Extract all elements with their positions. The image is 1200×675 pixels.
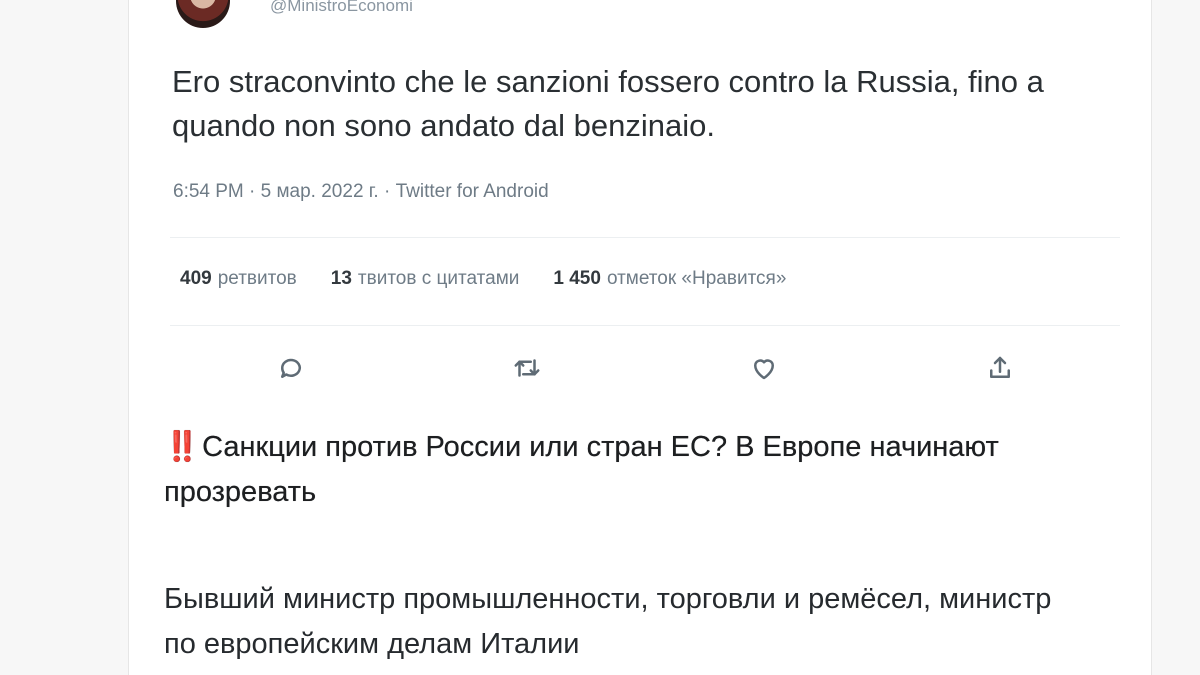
article-body: Бывший министр промышленности, торговли … <box>164 583 1052 660</box>
tweet-timestamp[interactable]: 6:54 PM · 5 мар. 2022 г. · Twitter for A… <box>173 181 549 203</box>
article-headline: ‼️ Санкции против России или стран ЕС? В … <box>164 425 1064 515</box>
right-divider <box>1151 0 1152 675</box>
tweet-stats: 409 ретвитов 13 твитов с цитатами 1 450 отм… <box>180 268 786 290</box>
quotes-label: твитов с цитатами <box>357 268 520 289</box>
separator <box>170 325 1120 326</box>
retweets-count: 409 <box>180 268 212 289</box>
like-button[interactable] <box>744 348 784 388</box>
separator <box>170 237 1120 238</box>
retweets-stat[interactable]: 409 ретвитов <box>180 268 297 290</box>
embedded-tweet: @MinistroEconomi Ero straconvinto che le… <box>150 0 1150 400</box>
tweet-handle[interactable]: @MinistroEconomi <box>270 0 413 16</box>
retweet-button[interactable] <box>507 348 547 388</box>
avatar[interactable] <box>176 0 230 28</box>
tweet-actions <box>150 348 1150 388</box>
likes-label: отметок «Нравится» <box>606 268 787 289</box>
heart-icon <box>754 359 774 380</box>
likes-count: 1 450 <box>553 268 601 289</box>
reply-icon <box>280 358 301 378</box>
share-icon <box>990 356 1010 378</box>
quotes-count: 13 <box>330 268 352 289</box>
retweet-icon <box>514 359 540 377</box>
left-margin <box>0 0 128 675</box>
likes-stat[interactable]: 1 450 отметок «Нравится» <box>553 268 786 290</box>
retweets-label: ретвитов <box>217 268 297 289</box>
left-divider <box>128 0 129 675</box>
tweet-text: Ero straconvinto che le sanzioni fossero… <box>172 64 1044 143</box>
right-margin <box>1152 0 1200 675</box>
quotes-stat[interactable]: 13 твитов с цитатами <box>331 268 520 290</box>
share-button[interactable] <box>980 348 1020 388</box>
double-exclamation-icon: ‼️ <box>164 431 200 463</box>
article: ‼️ Санкции против России или стран ЕС? В … <box>164 425 1064 667</box>
headline-text: Санкции против России или стран ЕС? В Ев… <box>164 431 999 508</box>
reply-button[interactable] <box>271 348 311 388</box>
